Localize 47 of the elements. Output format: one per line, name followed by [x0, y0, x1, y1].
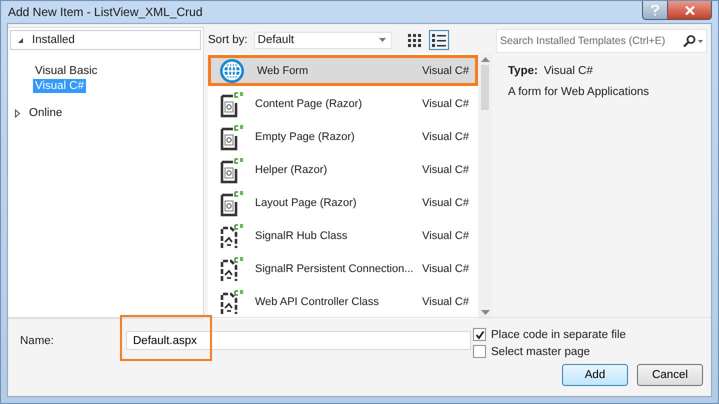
template-item[interactable]: SignalR Hub Class Visual C# — [208, 220, 478, 251]
tree-node[interactable]: Online — [8, 104, 68, 122]
close-button[interactable] — [668, 1, 712, 20]
sort-label: Sort by: — [208, 34, 248, 46]
razor-page-icon — [219, 188, 243, 216]
dropdown-caret-icon — [378, 38, 386, 42]
template-item[interactable]: Empty Page (Razor) Visual C# — [208, 121, 478, 152]
template-item[interactable]: Layout Page (Razor) Visual C# — [208, 187, 478, 218]
close-icon — [684, 6, 694, 14]
scroll-down-icon[interactable] — [480, 310, 490, 315]
class-file-icon — [219, 254, 243, 282]
help-button[interactable] — [642, 1, 668, 20]
window-title: Add New Item - ListView_XML_Crud — [7, 5, 203, 19]
checkbox[interactable] — [473, 328, 486, 341]
razor-page-icon — [219, 90, 243, 118]
template-item[interactable]: Web API Controller Class Visual C# — [208, 286, 478, 317]
checkbox[interactable] — [473, 345, 486, 358]
template-item[interactable]: Web Form Visual C# — [208, 55, 478, 86]
question-mark-icon — [651, 4, 659, 16]
scroll-up-icon[interactable] — [480, 57, 490, 62]
list-view-button[interactable] — [428, 30, 449, 50]
collapsed-triangle-icon — [14, 108, 21, 118]
tree-item[interactable]: Visual Basic — [33, 64, 100, 78]
tree-node[interactable]: Installed — [10, 30, 201, 50]
checkbox-label: Place code in separate file — [491, 328, 626, 340]
scroll-thumb[interactable] — [481, 65, 489, 110]
sort-dropdown[interactable]: Default — [254, 32, 392, 48]
class-file-icon — [219, 222, 243, 250]
template-item[interactable]: Content Page (Razor) Visual C# — [208, 88, 478, 119]
globe-icon — [219, 58, 245, 84]
template-item[interactable]: SignalR Persistent Connection... Visual C# — [208, 253, 478, 284]
name-label: Name: — [20, 334, 55, 346]
razor-page-icon — [219, 156, 243, 184]
expanded-triangle-icon — [17, 36, 24, 44]
razor-page-icon — [219, 122, 243, 150]
checkbox-label: Select master page — [491, 346, 590, 358]
scrollbar[interactable] — [478, 53, 492, 319]
search-field[interactable]: Search Installed Templates (Ctrl+E) — [496, 29, 707, 53]
type-label: Type: — [508, 65, 538, 77]
class-file-icon — [219, 288, 243, 316]
name-field[interactable]: Default.aspx — [126, 331, 471, 350]
template-item[interactable]: Helper (Razor) Visual C# — [208, 154, 478, 185]
add-button[interactable]: Add — [562, 364, 628, 386]
cancel-button[interactable]: Cancel — [637, 364, 703, 386]
search-icon — [683, 35, 703, 47]
type-value: Visual C# — [544, 65, 593, 77]
template-description: A form for Web Applications — [508, 86, 650, 98]
